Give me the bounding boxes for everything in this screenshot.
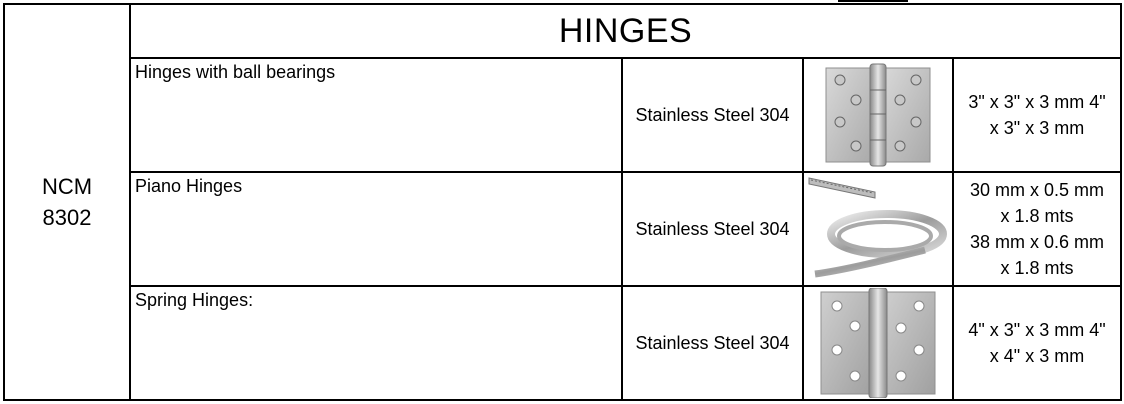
product-sizes: 3" x 3" x 3 mm 4" x 3" x 3 mm [952,57,1122,173]
table-title: HINGES [129,3,1122,59]
product-sizes: 30 mm x 0.5 mm x 1.8 mts 38 mm x 0.6 mm … [952,171,1122,287]
ncm-code-cell: NCM 8302 [3,3,131,401]
product-name: Hinges with ball bearings [129,57,623,173]
size-line: 30 mm x 0.5 mm [969,180,1105,200]
product-name: Spring Hinges: [129,285,623,401]
table-row: Spring Hinges: Stainless Steel 304 4" x … [4,285,1122,401]
product-sizes: 4" x 3" x 3 mm 4" x 4" x 3 mm [952,285,1122,401]
size-line: x 4" x 3 mm [989,346,1085,366]
cell-border-fragment [838,0,908,2]
title-row: NCM 8302 HINGES [3,3,1122,401]
size-line: 3" x 3" x 3 mm 4" [968,92,1106,112]
product-material: Stainless Steel 304 [621,171,804,287]
product-material: Stainless Steel 304 [621,57,804,173]
hinges-sheet: NCM 8302 HINGES Hinges with ball bearing… [0,0,1124,404]
size-line: 38 mm x 0.6 mm [969,232,1105,252]
ncm-code-line2: 8302 [42,205,92,230]
spring-hinge-icon [820,288,936,398]
product-material: Stainless Steel 304 [621,285,804,401]
ball-bearing-hinge-icon [825,63,931,167]
table-row: Piano Hinges Stainless Steel 304 30 mm x… [4,171,1122,287]
product-image-cell [802,285,954,401]
piano-hinge-icon [808,177,947,278]
product-image-cell [802,171,954,287]
product-name: Piano Hinges [129,171,623,287]
size-line: x 1.8 mts [1000,206,1074,226]
ncm-code-line1: NCM [41,174,93,199]
size-line: 4" x 3" x 3 mm 4" [968,320,1106,340]
hinges-table: NCM 8302 HINGES Hinges with ball bearing… [3,3,1122,401]
size-line: x 3" x 3 mm [989,118,1085,138]
size-line: x 1.8 mts [1000,258,1074,278]
product-image-cell [802,57,954,173]
table-row: Hinges with ball bearings Stainless Stee… [4,57,1122,173]
